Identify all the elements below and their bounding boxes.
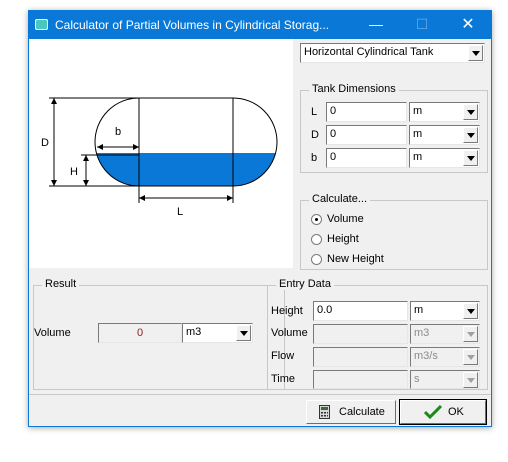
entry-height-label: Height bbox=[271, 305, 303, 317]
calc-new-height-radio[interactable] bbox=[311, 254, 322, 265]
h-label: H bbox=[70, 166, 78, 178]
tank-diagram-svg: D H b L bbox=[41, 97, 278, 218]
calc-new-height-label[interactable]: New Height bbox=[327, 253, 384, 265]
close-button[interactable]: ✕ bbox=[445, 11, 491, 39]
dimension-d-unit-select[interactable]: m bbox=[409, 125, 480, 145]
tank-diagram: D H b L bbox=[29, 39, 293, 268]
calculate-mode-title: Calculate... bbox=[309, 193, 371, 205]
chevron-down-icon[interactable] bbox=[463, 326, 478, 342]
tank-type-select[interactable]: Horizontal Cylindrical Tank bbox=[300, 43, 485, 63]
chevron-down-icon[interactable] bbox=[236, 325, 251, 341]
chevron-down-icon[interactable] bbox=[468, 45, 483, 61]
dimension-l-input[interactable]: 0 bbox=[326, 102, 407, 122]
client-area: D H b L Horizontal Cylindrical Tank Tank… bbox=[29, 39, 491, 426]
entry-time-unit: s bbox=[414, 373, 420, 385]
entry-flow-unit-select[interactable]: m3/s bbox=[410, 347, 480, 367]
entry-time-unit-select[interactable]: s bbox=[410, 370, 480, 389]
entry-volume-unit-select[interactable]: m3 bbox=[410, 324, 480, 344]
entry-time-label: Time bbox=[271, 373, 296, 385]
result-title: Result bbox=[42, 278, 80, 290]
calculate-button[interactable]: Calculate bbox=[306, 400, 396, 424]
dimension-b-unit-select[interactable]: m bbox=[409, 148, 480, 168]
chevron-down-icon[interactable] bbox=[463, 372, 478, 388]
calculator-icon bbox=[319, 405, 330, 419]
calculator-window: Calculator of Partial Volumes in Cylindr… bbox=[28, 10, 492, 427]
window-title: Calculator of Partial Volumes in Cylindr… bbox=[55, 18, 330, 32]
tank-dimensions-title: Tank Dimensions bbox=[309, 83, 399, 95]
calc-volume-label[interactable]: Volume bbox=[327, 213, 364, 225]
d-label: D bbox=[41, 137, 49, 149]
entry-data-title: Entry Data bbox=[276, 278, 334, 290]
result-group: Result Volume 0 m3 bbox=[33, 278, 285, 390]
chevron-down-icon[interactable] bbox=[463, 349, 478, 365]
dimension-l-unit: m bbox=[413, 105, 423, 117]
chevron-down-icon[interactable] bbox=[463, 150, 478, 166]
result-volume-label: Volume bbox=[34, 327, 71, 339]
result-unit: m3 bbox=[186, 326, 202, 338]
ok-button[interactable]: OK bbox=[399, 399, 487, 425]
calc-volume-radio[interactable] bbox=[311, 214, 322, 225]
chevron-down-icon[interactable] bbox=[463, 303, 478, 319]
dimension-l-label: L bbox=[311, 106, 318, 118]
ok-button-label: OK bbox=[448, 406, 464, 418]
liquid-fill bbox=[95, 153, 277, 186]
entry-flow-label: Flow bbox=[271, 350, 295, 362]
tank-dimensions-group: Tank Dimensions L 0 m D 0 m b 0 m bbox=[300, 83, 488, 173]
dimension-d-label: D bbox=[311, 129, 319, 141]
chevron-down-icon[interactable] bbox=[463, 104, 478, 120]
tank-type-value: Horizontal Cylindrical Tank bbox=[304, 46, 434, 58]
dimension-l-unit-select[interactable]: m bbox=[409, 102, 480, 122]
calculate-mode-group: Calculate... Volume Height New Height bbox=[300, 193, 488, 270]
dimension-b-label: b bbox=[311, 152, 318, 164]
calc-height-label[interactable]: Height bbox=[327, 233, 359, 245]
button-bar: Calculate OK bbox=[29, 394, 491, 427]
entry-flow-unit: m3/s bbox=[414, 350, 438, 362]
l-label: L bbox=[177, 206, 183, 218]
b-label: b bbox=[115, 126, 121, 138]
entry-volume-label: Volume bbox=[271, 327, 308, 339]
minimize-button[interactable]: — bbox=[353, 11, 399, 39]
entry-flow-input[interactable] bbox=[313, 347, 408, 367]
chevron-down-icon[interactable] bbox=[463, 127, 478, 143]
entry-height-unit-select[interactable]: m bbox=[410, 301, 480, 321]
result-value: 0 bbox=[98, 323, 182, 343]
checkmark-icon bbox=[424, 405, 442, 419]
entry-volume-input[interactable] bbox=[313, 324, 408, 344]
calculator-app-icon bbox=[35, 19, 48, 30]
dimension-d-unit: m bbox=[413, 128, 423, 140]
entry-time-input[interactable] bbox=[313, 370, 408, 389]
calculate-button-label: Calculate bbox=[339, 406, 385, 418]
dimension-b-input[interactable]: 0 bbox=[326, 148, 407, 168]
entry-height-input[interactable]: 0.0 bbox=[313, 301, 408, 321]
title-bar[interactable]: Calculator of Partial Volumes in Cylindr… bbox=[29, 11, 491, 39]
calc-height-radio[interactable] bbox=[311, 234, 322, 245]
entry-data-group: Entry Data Height 0.0 m Volume m3 Flow m… bbox=[267, 278, 488, 390]
dimension-d-input[interactable]: 0 bbox=[326, 125, 407, 145]
maximize-button[interactable]: ☐ bbox=[399, 11, 445, 39]
result-unit-select[interactable]: m3 bbox=[182, 323, 253, 343]
dimension-b-unit: m bbox=[413, 151, 423, 163]
entry-height-unit: m bbox=[414, 304, 424, 316]
entry-volume-unit: m3 bbox=[414, 327, 430, 339]
